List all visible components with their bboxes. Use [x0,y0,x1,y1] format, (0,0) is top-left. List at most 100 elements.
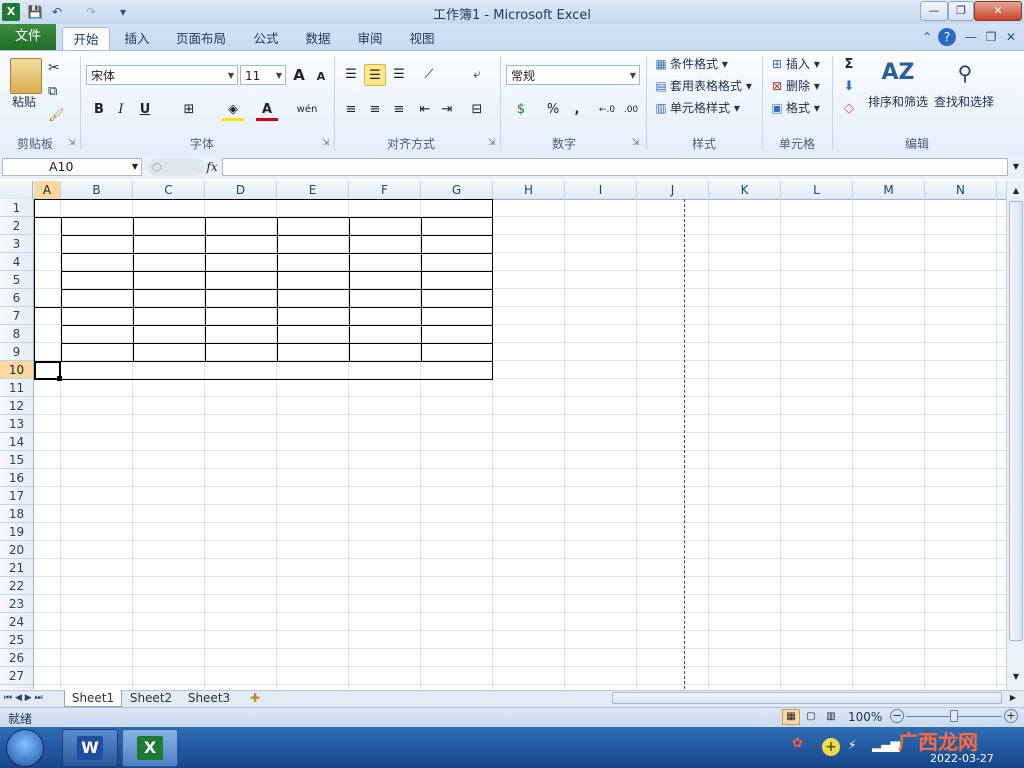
find-select-button[interactable]: 查找和选择 [934,92,994,112]
accounting-format-icon[interactable]: $ [510,99,532,121]
cut-icon[interactable]: ✂ [48,58,60,78]
grow-font-button[interactable]: A [288,64,310,86]
taskbar-date[interactable]: 2022-03-27 [930,752,994,765]
tab-insert[interactable]: 插入 [116,27,158,50]
column-header-c[interactable]: C [133,181,205,199]
column-header-g[interactable]: G [421,181,493,199]
copy-icon[interactable]: ⧉ [48,82,57,102]
zoom-slider-thumb[interactable] [950,710,958,722]
decrease-indent-icon[interactable]: ⇤ [414,99,436,121]
tray-plus-icon[interactable]: + [822,738,840,756]
row-header-2[interactable]: 2 [0,217,33,235]
zoom-level[interactable]: 100% [848,710,882,724]
scroll-right-icon[interactable]: ▶ [1004,690,1022,706]
sheet-tab-1[interactable]: Sheet1 [64,690,122,707]
align-middle-icon[interactable]: ☰ [364,64,386,86]
doc-minimize-icon[interactable]: — [962,28,980,46]
phonetic-button[interactable]: wén [296,99,318,121]
page-layout-view-icon[interactable]: ▢ [802,709,820,725]
row-header-26[interactable]: 26 [0,649,33,667]
column-header-m[interactable]: M [853,181,925,199]
row-header-18[interactable]: 18 [0,505,33,523]
doc-close-icon[interactable]: ✕ [1002,28,1020,46]
taskbar-word-button[interactable]: W [62,729,118,767]
number-launcher-icon[interactable]: ⇲ [632,138,642,148]
column-header-b[interactable]: B [61,181,133,199]
column-header-k[interactable]: K [709,181,781,199]
font-size-combo[interactable]: 11 ▼ [240,65,286,85]
align-top-icon[interactable]: ☰ [340,64,362,86]
tab-home[interactable]: 开始 [62,27,110,51]
italic-button[interactable]: I [110,99,132,121]
column-header-n[interactable]: N [925,181,997,199]
column-header-j[interactable]: J [637,181,709,199]
column-header-f[interactable]: F [349,181,421,199]
doc-restore-icon[interactable]: ❐ [982,28,1000,46]
zoom-out-icon[interactable]: − [890,709,904,723]
sheet-nav-icon[interactable]: ⏮ ◀ ▶ ⏭ [4,690,60,706]
insert-function-button[interactable]: fx [204,158,220,176]
formula-input[interactable] [222,158,1008,176]
row-header-6[interactable]: 6 [0,289,33,307]
vertical-scrollbar[interactable]: ▲ ▼ [1006,181,1024,689]
zoom-in-icon[interactable]: + [1004,709,1018,723]
row-header-9[interactable]: 9 [0,343,33,361]
row-header-21[interactable]: 21 [0,559,33,577]
sort-filter-icon[interactable]: AZ [880,56,916,90]
row-header-10[interactable]: 10 [0,361,33,379]
merge-center-icon[interactable]: ⊟ [466,99,488,121]
wrap-text-icon[interactable]: ⤶ [466,64,488,86]
format-painter-icon[interactable]: 🖌 [48,106,65,126]
signal-icon[interactable]: ▂▄▆ [872,738,900,756]
paste-button[interactable]: 粘贴 [12,92,36,112]
increase-indent-icon[interactable]: ⇥ [436,99,458,121]
bold-button[interactable]: B [88,99,110,121]
column-header-a[interactable]: A [34,181,61,199]
close-button[interactable]: ✕ [974,1,1022,21]
vertical-scroll-thumb[interactable] [1009,201,1023,641]
tab-page-layout[interactable]: 页面布局 [170,27,232,50]
row-header-22[interactable]: 22 [0,577,33,595]
align-right-icon[interactable]: ≡ [388,99,410,121]
row-header-14[interactable]: 14 [0,433,33,451]
row-header-24[interactable]: 24 [0,613,33,631]
tab-review[interactable]: 审阅 [350,27,390,50]
row-header-16[interactable]: 16 [0,469,33,487]
horizontal-scroll-thumb[interactable] [612,692,1002,704]
normal-view-icon[interactable]: ▦ [782,709,800,725]
align-center-icon[interactable]: ≡ [364,99,386,121]
binoculars-icon[interactable]: ⚲ [948,56,982,90]
row-header-3[interactable]: 3 [0,235,33,253]
insert-sheet-icon[interactable]: ✚ [244,690,266,706]
help-icon[interactable]: ? [938,28,956,46]
page-break-view-icon[interactable]: ▥ [822,709,840,725]
paste-icon[interactable] [10,58,42,94]
row-header-11[interactable]: 11 [0,379,33,397]
row-header-19[interactable]: 19 [0,523,33,541]
font-name-combo[interactable]: 宋体 ▼ [86,65,238,85]
fill-icon[interactable]: ⬇ [838,76,860,98]
tray-app-icon[interactable]: ✿ [792,736,810,754]
restore-button[interactable]: ❐ [948,1,974,21]
sort-filter-button[interactable]: 排序和筛选 [868,92,928,112]
row-header-1[interactable]: 1 [0,199,33,217]
row-header-27[interactable]: 27 [0,667,33,685]
conditional-formatting-button[interactable]: ▦ 条件格式 ▾ [652,54,728,74]
number-format-combo[interactable]: 常规 ▼ [506,65,640,85]
autosum-button[interactable]: Σ [838,54,860,76]
align-bottom-icon[interactable]: ☰ [388,64,410,86]
expand-formula-icon[interactable]: ▼ [1010,158,1022,176]
row-header-8[interactable]: 8 [0,325,33,343]
column-header-d[interactable]: D [205,181,277,199]
row-header-13[interactable]: 13 [0,415,33,433]
sheet-tab-3[interactable]: Sheet3 [182,690,236,706]
formula-bar-splitter[interactable]: ○ [148,158,204,176]
row-header-4[interactable]: 4 [0,253,33,271]
align-left-icon[interactable]: ≡ [340,99,362,121]
worksheet-grid[interactable] [34,199,1006,689]
column-header-h[interactable]: H [493,181,565,199]
tab-view[interactable]: 视图 [402,27,442,50]
row-header-25[interactable]: 25 [0,631,33,649]
ribbon-minimize-icon[interactable]: ⌃ [918,28,936,46]
tab-formulas[interactable]: 公式 [246,27,286,50]
